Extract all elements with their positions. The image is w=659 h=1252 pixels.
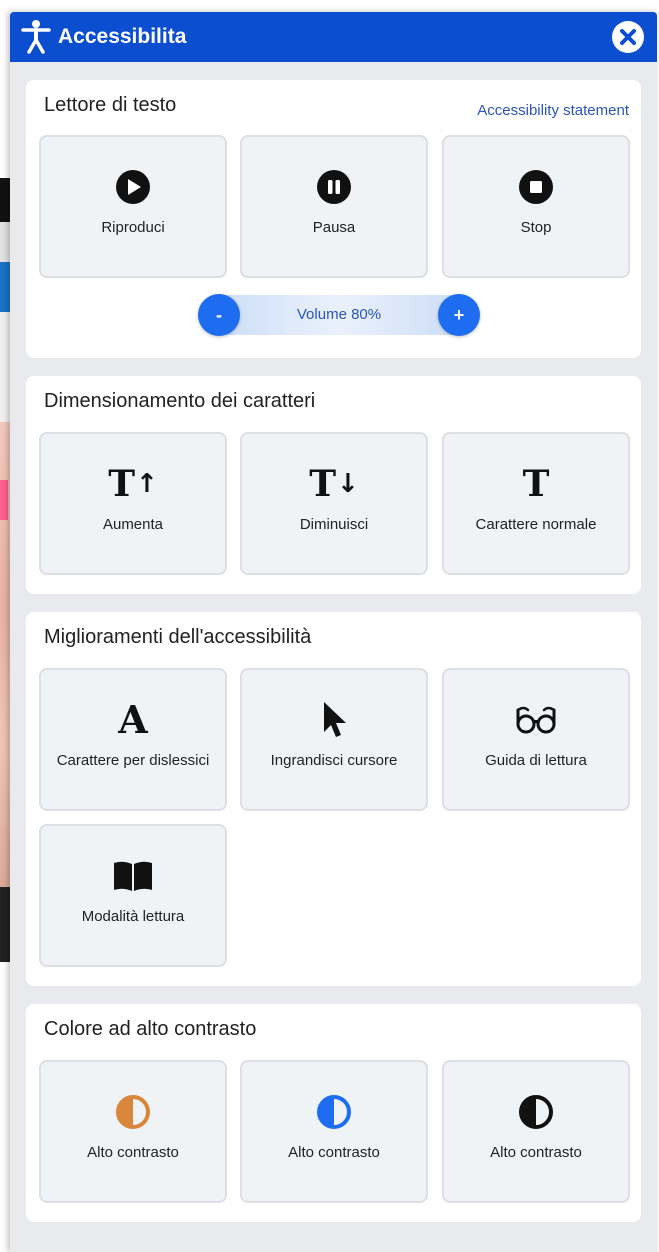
close-button[interactable] bbox=[609, 18, 647, 56]
accessibility-panel: Accessibilita Lettore di testo Accessibi… bbox=[10, 12, 657, 1252]
cursor-icon bbox=[324, 702, 346, 737]
panel-header: Accessibilita bbox=[10, 12, 657, 62]
contrast-orange-button[interactable]: Alto contrasto bbox=[39, 1060, 227, 1203]
section-title: Dimensionamento dei caratteri bbox=[44, 390, 316, 412]
pause-icon bbox=[317, 170, 351, 204]
text-increase-icon: T ↑ bbox=[108, 463, 158, 505]
pause-button[interactable]: Pausa bbox=[240, 135, 428, 278]
contrast-blue-button[interactable]: Alto contrasto bbox=[240, 1060, 428, 1203]
button-label: Modalità lettura bbox=[81, 908, 185, 925]
section-title: Miglioramenti dell'accessibilità bbox=[44, 626, 312, 648]
text-decrease-icon: T ↓ bbox=[309, 463, 359, 505]
reading-guide-button[interactable]: Guida di lettura bbox=[442, 668, 630, 811]
text-normal-icon: T bbox=[522, 463, 550, 505]
contrast-icon bbox=[317, 1095, 351, 1129]
enlarge-cursor-button[interactable]: Ingrandisci cursore bbox=[240, 668, 428, 811]
dyslexic-font-icon: A bbox=[118, 697, 148, 742]
volume-control: - Volume 80% + bbox=[198, 294, 480, 336]
volume-label: Volume 80% bbox=[296, 306, 382, 323]
section-title: Lettore di testo bbox=[44, 94, 177, 116]
font-decrease-button[interactable]: T ↓ Diminuisci bbox=[240, 432, 428, 575]
accessibility-person-icon bbox=[18, 17, 54, 57]
button-label: Guida di lettura bbox=[485, 752, 587, 769]
button-label: Stop bbox=[520, 219, 552, 236]
button-label: Alto contrasto bbox=[288, 1144, 380, 1161]
button-label: Pausa bbox=[312, 219, 356, 236]
section-title: Colore ad alto contrasto bbox=[44, 1018, 257, 1040]
button-label: Alto contrasto bbox=[490, 1144, 582, 1161]
contrast-black-button[interactable]: Alto contrasto bbox=[442, 1060, 630, 1203]
section-text-reader: Lettore di testo Accessibility statement… bbox=[26, 80, 641, 358]
dyslexic-font-button[interactable]: A Carattere per dislessici bbox=[39, 668, 227, 811]
section-high-contrast: Colore ad alto contrasto Alto contrasto … bbox=[26, 1004, 641, 1222]
button-label: Diminuisci bbox=[299, 516, 369, 533]
contrast-icon bbox=[519, 1095, 553, 1129]
stop-icon bbox=[519, 170, 553, 204]
button-label: Alto contrasto bbox=[87, 1144, 179, 1161]
font-increase-button[interactable]: T ↑ Aumenta bbox=[39, 432, 227, 575]
play-button[interactable]: Riproduci bbox=[39, 135, 227, 278]
button-label: Riproduci bbox=[101, 219, 165, 236]
section-accessibility-improvements: Miglioramenti dell'accessibilità A Carat… bbox=[26, 612, 641, 986]
section-font-sizing: Dimensionamento dei caratteri T ↑ Aumenta… bbox=[26, 376, 641, 594]
font-normal-button[interactable]: T Carattere normale bbox=[442, 432, 630, 575]
button-label: Aumenta bbox=[102, 516, 164, 533]
book-icon bbox=[114, 861, 152, 891]
button-label: Carattere normale bbox=[475, 516, 597, 533]
reading-mode-button[interactable]: Modalità lettura bbox=[39, 824, 227, 967]
volume-up-button[interactable]: + bbox=[438, 294, 480, 336]
background-page-strip bbox=[0, 480, 8, 520]
accessibility-statement-link[interactable]: Accessibility statement bbox=[477, 102, 629, 119]
glasses-icon bbox=[516, 706, 556, 734]
panel-title: Accessibilita bbox=[58, 25, 187, 48]
button-label: Carattere per dislessici bbox=[56, 752, 210, 769]
close-icon bbox=[612, 21, 644, 53]
contrast-icon bbox=[116, 1095, 150, 1129]
stop-button[interactable]: Stop bbox=[442, 135, 630, 278]
play-icon bbox=[116, 170, 150, 204]
button-label: Ingrandisci cursore bbox=[270, 752, 398, 769]
